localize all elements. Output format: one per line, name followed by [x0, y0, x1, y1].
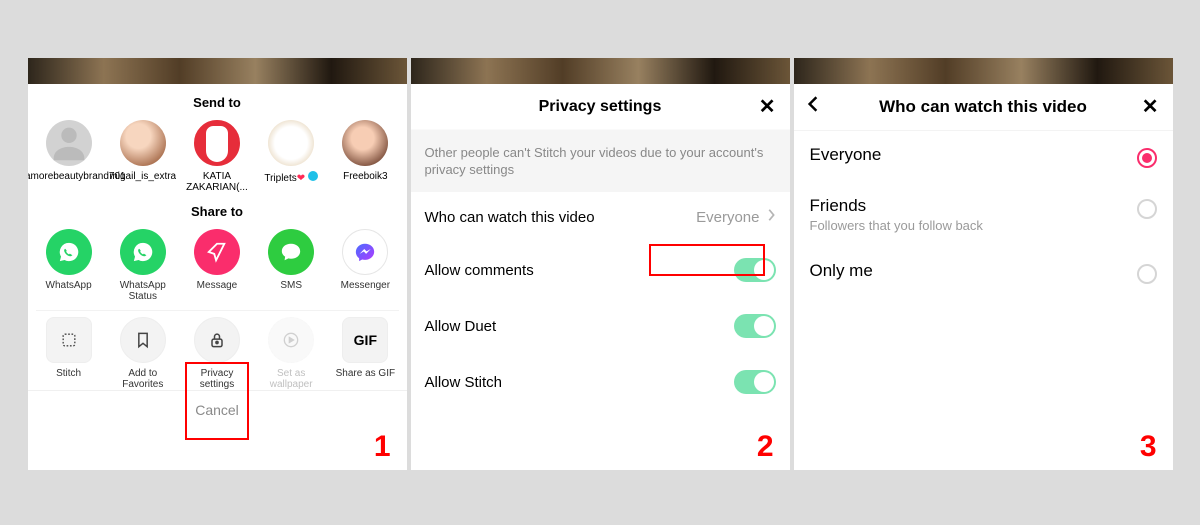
share-app-label: SMS: [280, 280, 302, 291]
setting-label: Allow Stitch: [425, 374, 503, 391]
gif-icon: GIF: [342, 317, 388, 363]
option-label: Friends: [810, 196, 983, 216]
setting-label: Allow Duet: [425, 318, 497, 335]
send-to-contacts-row: Irisamorebeautybrand701 migail_is_extra …: [28, 118, 407, 193]
contact-name: Freeboik3: [343, 171, 387, 182]
option-only-me[interactable]: Only me: [794, 247, 1173, 298]
stitch-notice: Other people can't Stitch your videos du…: [411, 130, 790, 192]
toggle-switch[interactable]: [734, 370, 776, 394]
action-label: Stitch: [56, 368, 81, 379]
option-sublabel: Followers that you follow back: [810, 218, 983, 233]
share-messenger[interactable]: Messenger: [330, 229, 400, 302]
chat-bubble-icon: [268, 229, 314, 275]
toggle-switch[interactable]: [734, 314, 776, 338]
action-favorite[interactable]: Add to Favorites: [108, 317, 178, 390]
action-stitch[interactable]: Stitch: [34, 317, 104, 390]
avatar-icon: [268, 120, 314, 166]
allow-stitch-row: Allow Stitch: [411, 354, 790, 410]
panel-header: Who can watch this video ✕: [794, 84, 1173, 130]
whatsapp-icon: [120, 229, 166, 275]
contact-name: KATIA ZAKARIAN(...: [182, 171, 252, 193]
send-to-header: Send to: [28, 84, 407, 118]
back-icon[interactable]: [804, 93, 822, 119]
action-label: Set as wallpaper: [256, 368, 326, 390]
share-sheet-panel: Send to Irisamorebeautybrand701 migail_i…: [28, 58, 407, 470]
avatar-icon: [120, 120, 166, 166]
panel-header: Privacy settings ✕: [411, 84, 790, 130]
highlight-box: [185, 362, 249, 440]
step-number: 3: [1140, 430, 1157, 464]
video-preview-strip: [28, 58, 407, 84]
avatar-icon: [342, 120, 388, 166]
send-icon: [194, 229, 240, 275]
who-can-watch-row[interactable]: Who can watch this video Everyone: [411, 192, 790, 242]
option-label: Only me: [810, 261, 873, 281]
setting-label: Allow comments: [425, 262, 534, 279]
video-preview-strip: [411, 58, 790, 84]
option-label: Everyone: [810, 145, 882, 165]
action-label: Share as GIF: [336, 368, 395, 379]
chevron-right-icon: [766, 208, 776, 226]
action-share-gif[interactable]: GIF Share as GIF: [330, 317, 400, 390]
page-title: Who can watch this video: [879, 97, 1087, 117]
share-app-label: WhatsApp: [46, 280, 92, 291]
contact-item[interactable]: migail_is_extra: [108, 120, 178, 193]
contact-item[interactable]: Freeboik3: [330, 120, 400, 193]
share-app-label: Message: [197, 280, 238, 291]
radio-icon: [1137, 148, 1157, 168]
close-icon[interactable]: ✕: [759, 94, 776, 119]
contact-item[interactable]: Irisamorebeautybrand701: [34, 120, 104, 193]
share-whatsapp[interactable]: WhatsApp: [34, 229, 104, 302]
share-to-header: Share to: [28, 193, 407, 227]
whatsapp-icon: [46, 229, 92, 275]
radio-icon: [1137, 264, 1157, 284]
share-app-label: WhatsApp Status: [108, 280, 178, 302]
contact-item[interactable]: KATIA ZAKARIAN(...: [182, 120, 252, 193]
verified-icon: [308, 171, 318, 181]
divider: [36, 310, 399, 311]
setting-value: Everyone: [696, 209, 759, 226]
share-sms[interactable]: SMS: [256, 229, 326, 302]
share-whatsapp-status[interactable]: WhatsApp Status: [108, 229, 178, 302]
action-wallpaper[interactable]: Set as wallpaper: [256, 317, 326, 390]
setting-label: Who can watch this video: [425, 209, 595, 226]
avatar-icon: [194, 120, 240, 166]
option-friends[interactable]: Friends Followers that you follow back: [794, 182, 1173, 247]
contact-item[interactable]: Triplets❤: [256, 120, 326, 193]
contact-name: migail_is_extra: [109, 171, 176, 182]
avatar-icon: [46, 120, 92, 166]
heart-icon: ❤: [297, 173, 305, 184]
who-can-watch-panel: Who can watch this video ✕ Everyone Frie…: [794, 58, 1173, 470]
step-number: 1: [374, 430, 391, 464]
allow-duet-row: Allow Duet: [411, 298, 790, 354]
stitch-icon: [46, 317, 92, 363]
step-number: 2: [757, 430, 774, 464]
lock-icon: [194, 317, 240, 363]
privacy-settings-panel: Privacy settings ✕ Other people can't St…: [411, 58, 790, 470]
video-preview-strip: [794, 58, 1173, 84]
option-everyone[interactable]: Everyone: [794, 131, 1173, 182]
share-apps-row: WhatsApp WhatsApp Status Message: [28, 227, 407, 302]
share-app-label: Messenger: [341, 280, 390, 291]
radio-icon: [1137, 199, 1157, 219]
messenger-icon: [342, 229, 388, 275]
close-icon[interactable]: ✕: [1142, 94, 1159, 119]
page-title: Privacy settings: [539, 98, 662, 116]
share-message[interactable]: Message: [182, 229, 252, 302]
contact-name: Triplets❤: [264, 171, 318, 184]
play-circle-icon: [268, 317, 314, 363]
action-label: Add to Favorites: [108, 368, 178, 390]
highlight-box: [649, 244, 765, 276]
bookmark-icon: [120, 317, 166, 363]
